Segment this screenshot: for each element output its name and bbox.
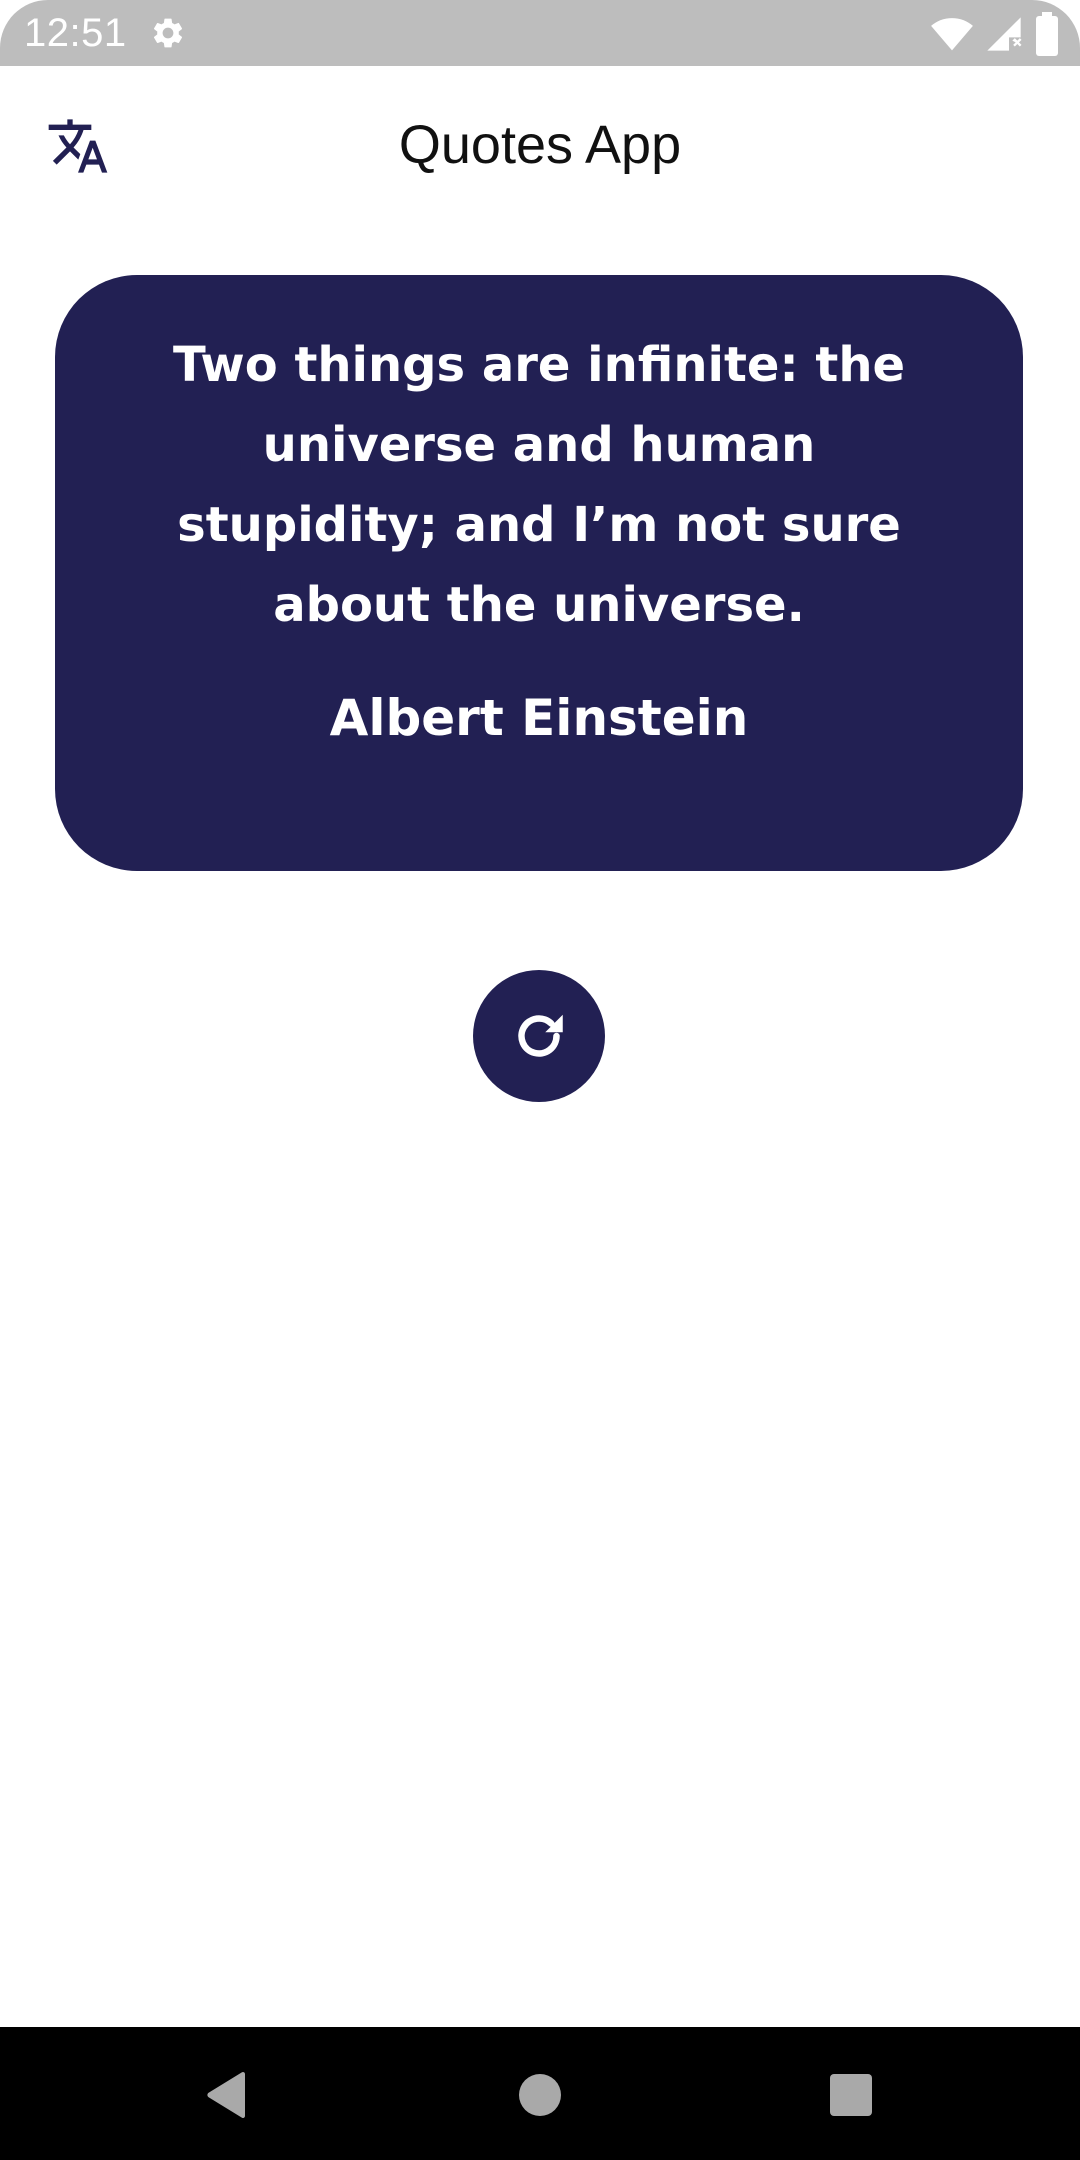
app-bar: Quotes App (0, 66, 1080, 226)
quote-text: Two things are infinite: the universe an… (172, 337, 906, 633)
wifi-icon (931, 18, 973, 51)
back-icon[interactable] (205, 2071, 249, 2119)
cellular-signal-icon (987, 17, 1022, 51)
settings-gear-icon (153, 18, 183, 48)
status-bar: 12:51 (0, 0, 1080, 66)
refresh-button[interactable] (473, 970, 605, 1102)
refresh-icon (518, 1014, 563, 1057)
status-time: 12:51 (24, 11, 127, 55)
screen: 12:51 Quotes App Two things are infinite… (0, 0, 1080, 2160)
page-title: Quotes App (398, 115, 682, 175)
battery-icon (1036, 12, 1058, 56)
quote-author: Albert Einstein (329, 689, 749, 747)
home-icon[interactable] (519, 2074, 561, 2116)
quote-card: Two things are infinite: the universe an… (55, 275, 1023, 871)
status-icons (930, 12, 1060, 56)
recents-icon[interactable] (830, 2074, 872, 2116)
navigation-bar (0, 2027, 1080, 2160)
